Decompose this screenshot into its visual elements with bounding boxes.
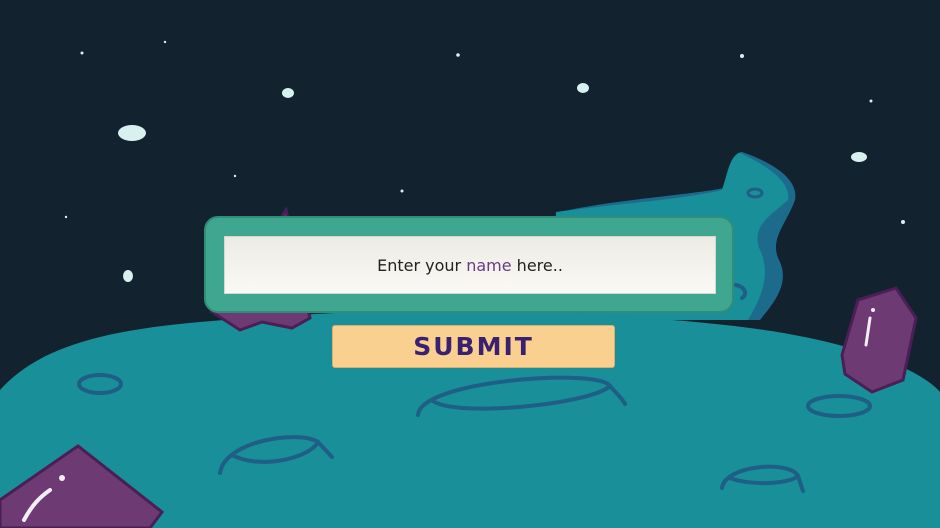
star bbox=[118, 125, 146, 141]
star bbox=[901, 220, 905, 224]
star bbox=[577, 83, 589, 93]
star bbox=[282, 88, 294, 98]
star bbox=[64, 215, 68, 219]
star bbox=[233, 174, 237, 178]
crystal-shine bbox=[871, 308, 875, 312]
submit-button[interactable]: SUBMIT bbox=[332, 325, 615, 368]
crystal-shine bbox=[59, 475, 65, 481]
star bbox=[80, 51, 84, 55]
star bbox=[400, 189, 404, 193]
placeholder-accent: name bbox=[466, 255, 512, 275]
star bbox=[123, 270, 133, 282]
placeholder-suffix: here.. bbox=[516, 255, 563, 275]
star bbox=[163, 40, 167, 44]
submit-label: SUBMIT bbox=[413, 332, 534, 361]
star bbox=[456, 53, 460, 57]
star bbox=[869, 99, 873, 103]
placeholder-prefix: Enter your bbox=[377, 255, 462, 275]
star bbox=[740, 54, 744, 58]
name-input[interactable]: Enter your name here.. bbox=[224, 236, 716, 294]
star bbox=[851, 152, 867, 162]
